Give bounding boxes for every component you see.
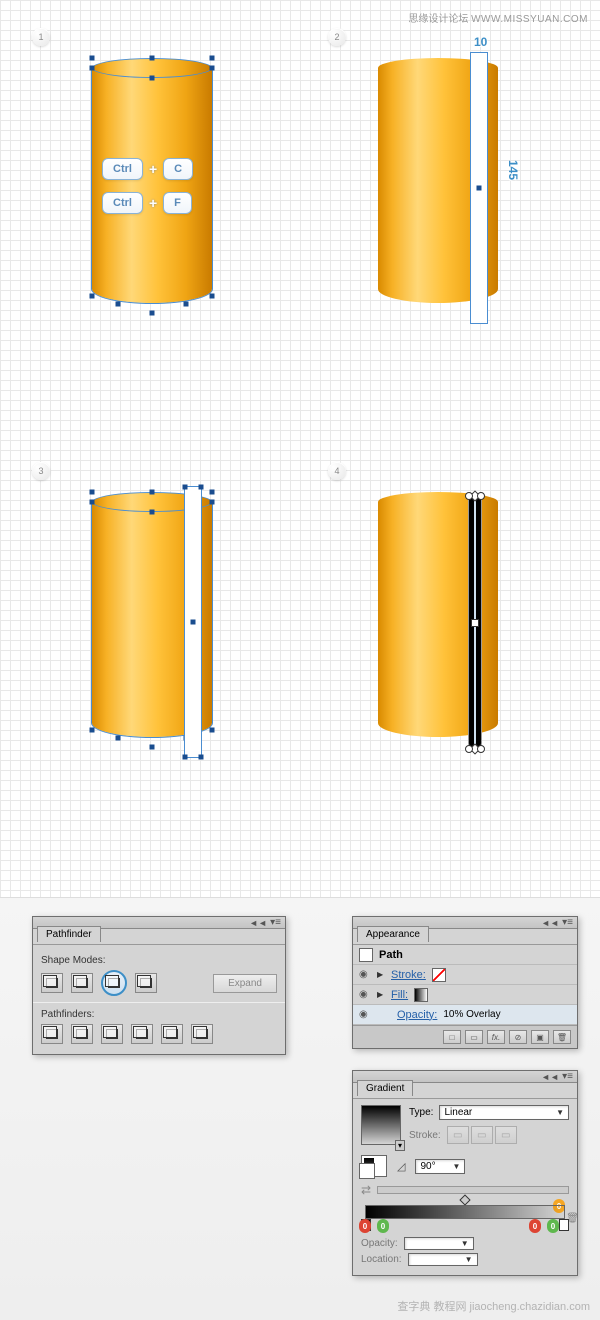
stroke-link[interactable]: Stroke: bbox=[391, 969, 426, 981]
angle-input[interactable]: 90°▼ bbox=[415, 1159, 465, 1174]
shortcut-paste-front: Ctrl+F bbox=[102, 192, 192, 214]
step-badge-1: 1 bbox=[32, 28, 50, 46]
fill-swatch[interactable] bbox=[414, 988, 428, 1002]
intersect-button[interactable] bbox=[101, 970, 127, 996]
watermark-bottom: 查字典 教程网 jiaocheng.chazidian.com bbox=[397, 1298, 590, 1314]
location-label: Location: bbox=[361, 1254, 402, 1265]
outline-button[interactable] bbox=[161, 1024, 183, 1044]
new-fill-button[interactable]: □ bbox=[443, 1030, 461, 1044]
preview-menu-icon[interactable]: ▾ bbox=[395, 1140, 405, 1151]
clear-button[interactable]: ⊘ bbox=[509, 1030, 527, 1044]
stroke-along-button: ▭ bbox=[471, 1126, 493, 1144]
step-badge-2: 2 bbox=[328, 28, 346, 46]
gradient-strip[interactable] bbox=[468, 495, 482, 750]
panel-menu-icon[interactable]: ▾≡ bbox=[562, 1071, 573, 1082]
tutorial-canvas: 思缘设计论坛 WWW.MISSYUAN.COM 1 Ctrl+C Ctrl+F … bbox=[0, 0, 600, 898]
highlight-strip[interactable] bbox=[470, 52, 488, 324]
appearance-stroke-row[interactable]: ◉ ▶ Stroke: bbox=[353, 965, 577, 985]
duplicate-button[interactable]: ▣ bbox=[531, 1030, 549, 1044]
stop-badge-left: 0 bbox=[359, 1219, 371, 1233]
shape-modes-label: Shape Modes: bbox=[41, 955, 277, 966]
unite-button[interactable] bbox=[41, 973, 63, 993]
gradient-tab[interactable]: Gradient bbox=[357, 1080, 413, 1096]
expand-button[interactable]: Expand bbox=[213, 974, 277, 993]
trash-button[interactable]: 🗑 bbox=[553, 1030, 571, 1044]
gradient-panel[interactable]: ◄◄ ▾≡ Gradient ▾ Type: Linear▼ bbox=[352, 1070, 578, 1276]
watermark-top: 思缘设计论坛 WWW.MISSYUAN.COM bbox=[408, 10, 588, 25]
dimension-height: 145 bbox=[506, 160, 520, 180]
minus-back-button[interactable] bbox=[191, 1024, 213, 1044]
aspect-slider bbox=[377, 1186, 569, 1194]
trim-button[interactable] bbox=[71, 1024, 93, 1044]
stroke-swatch[interactable] bbox=[432, 968, 446, 982]
stop-badge-left2: 0 bbox=[377, 1219, 389, 1233]
stop-badge-right: 0 bbox=[529, 1219, 541, 1233]
angle-icon: ◿ bbox=[397, 1160, 405, 1173]
merge-button[interactable] bbox=[101, 1024, 123, 1044]
step-badge-4: 4 bbox=[328, 462, 346, 480]
gradient-slider[interactable] bbox=[365, 1205, 565, 1219]
gradient-preview[interactable] bbox=[361, 1105, 401, 1145]
type-label: Type: bbox=[409, 1107, 433, 1118]
panel-menu-icon[interactable]: ▾≡ bbox=[562, 917, 573, 928]
appearance-fill-row[interactable]: ◉ ▶ Fill: bbox=[353, 985, 577, 1005]
cylinder-step1[interactable] bbox=[92, 58, 212, 313]
fill-link[interactable]: Fill: bbox=[391, 989, 408, 1001]
stop-badge-right2: 0 bbox=[547, 1219, 559, 1233]
appearance-panel[interactable]: ◄◄ ▾≡ Appearance Path ◉ ▶ Stroke: ◉ ▶ Fi… bbox=[352, 916, 578, 1049]
visibility-icon[interactable]: ◉ bbox=[359, 989, 371, 1000]
opacity-label: Opacity: bbox=[361, 1238, 398, 1249]
dimension-width: 10 bbox=[474, 35, 487, 49]
appearance-tab[interactable]: Appearance bbox=[357, 926, 429, 942]
new-stroke-button[interactable]: ▭ bbox=[465, 1030, 483, 1044]
stroke-within-button: ▭ bbox=[447, 1126, 469, 1144]
disclosure-icon[interactable]: ▶ bbox=[377, 990, 385, 999]
visibility-icon[interactable]: ◉ bbox=[359, 1009, 371, 1020]
fill-stroke-swap[interactable] bbox=[361, 1155, 387, 1177]
opacity-input: ▼ bbox=[404, 1237, 474, 1250]
panels-area: ◄◄ ▾≡ Pathfinder Shape Modes: Expand Pat… bbox=[0, 898, 600, 1320]
collapse-icon[interactable]: ◄◄ bbox=[541, 1072, 559, 1082]
delete-stop-button[interactable]: 🗑 bbox=[566, 1213, 579, 1224]
type-dropdown[interactable]: Linear▼ bbox=[439, 1105, 569, 1120]
pathfinders-label: Pathfinders: bbox=[41, 1009, 277, 1020]
appearance-path-row[interactable]: Path bbox=[353, 945, 577, 965]
thumbnail-swatch bbox=[359, 948, 373, 962]
pathfinder-tab[interactable]: Pathfinder bbox=[37, 926, 101, 942]
shortcut-copy: Ctrl+C bbox=[102, 158, 193, 180]
highlight-strip-3[interactable] bbox=[184, 486, 202, 758]
exclude-button[interactable] bbox=[135, 973, 157, 993]
collapse-icon[interactable]: ◄◄ bbox=[249, 918, 267, 928]
pathfinder-panel[interactable]: ◄◄ ▾≡ Pathfinder Shape Modes: Expand Pat… bbox=[32, 916, 286, 1055]
disclosure-icon[interactable]: ▶ bbox=[377, 970, 385, 979]
stroke-across-button: ▭ bbox=[495, 1126, 517, 1144]
divide-button[interactable] bbox=[41, 1024, 63, 1044]
appearance-opacity-row[interactable]: ◉ Opacity: 10% Overlay bbox=[353, 1005, 577, 1025]
add-effect-button[interactable]: fx. bbox=[487, 1030, 505, 1044]
panel-menu-icon[interactable]: ▾≡ bbox=[270, 917, 281, 928]
stroke-label: Stroke: bbox=[409, 1130, 441, 1141]
visibility-icon[interactable]: ◉ bbox=[359, 969, 371, 980]
step-badge-3: 3 bbox=[32, 462, 50, 480]
collapse-icon[interactable]: ◄◄ bbox=[541, 918, 559, 928]
reverse-gradient-button[interactable]: ⇄ bbox=[361, 1183, 371, 1197]
location-input: ▼ bbox=[408, 1253, 478, 1266]
opacity-link[interactable]: Opacity: bbox=[397, 1009, 437, 1021]
crop-button[interactable] bbox=[131, 1024, 153, 1044]
minus-front-button[interactable] bbox=[71, 973, 93, 993]
